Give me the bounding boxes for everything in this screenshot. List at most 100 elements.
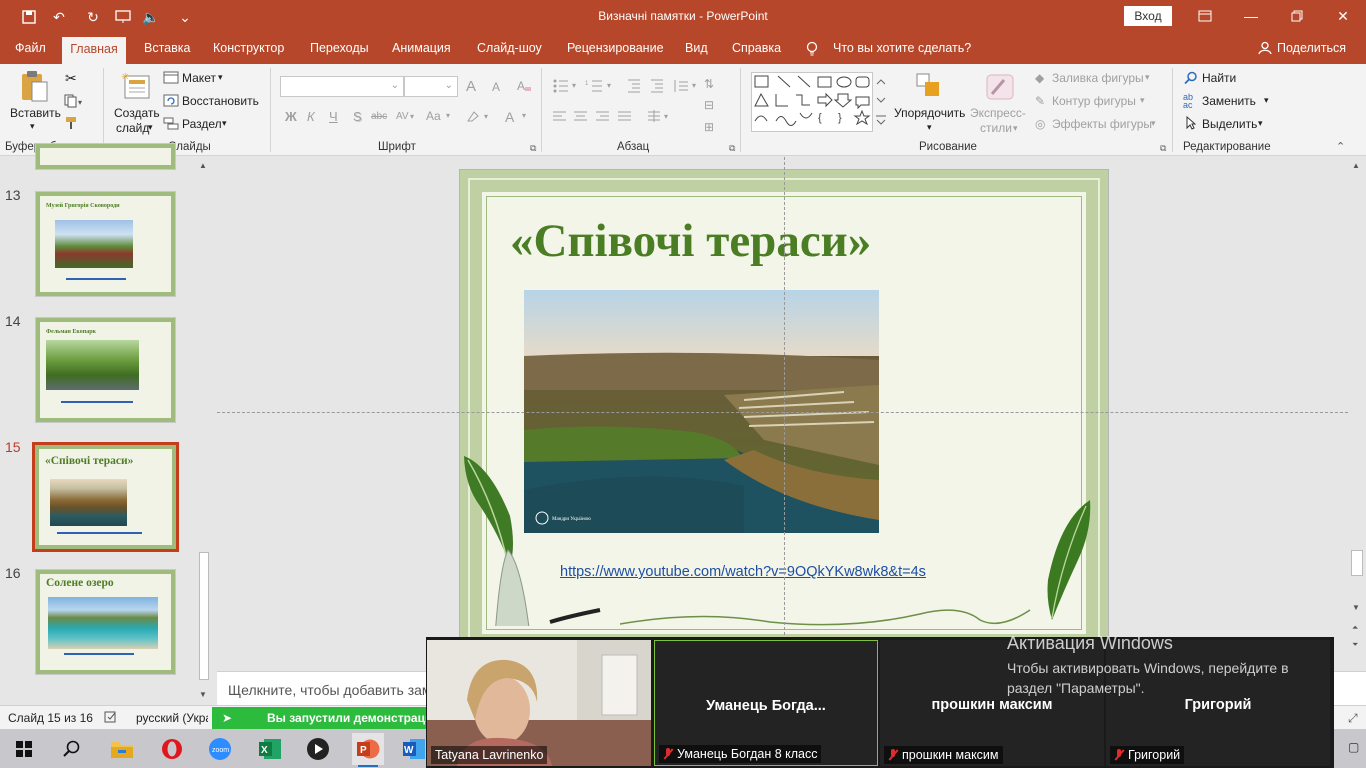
- language-indicator[interactable]: русский (Украина): [136, 711, 208, 725]
- cut-icon[interactable]: ✂: [65, 70, 77, 87]
- replace-dropdown-icon[interactable]: ▾: [1264, 95, 1269, 106]
- tab-review[interactable]: Рецензирование: [567, 41, 664, 55]
- char-spacing-icon[interactable]: AV ▾: [396, 109, 418, 126]
- paste-dropdown-icon[interactable]: ▾: [30, 121, 35, 132]
- shape-outline-dropdown-icon[interactable]: ▾: [1140, 95, 1145, 106]
- shape-fill-dropdown-icon[interactable]: ▾: [1145, 72, 1150, 83]
- file-explorer-icon[interactable]: [106, 733, 138, 765]
- thumbnail-scroll-thumb[interactable]: [199, 552, 209, 680]
- thumbnail-scrollbar[interactable]: ▲ ▼: [196, 157, 212, 704]
- shapes-gallery[interactable]: { }: [751, 72, 889, 132]
- change-case-dropdown-icon[interactable]: ▾: [446, 111, 450, 120]
- scroll-up-icon[interactable]: ▲: [199, 161, 207, 170]
- slide-title[interactable]: «Співочі тераси»: [510, 214, 871, 268]
- font-size-dropdown-icon[interactable]: ⌄: [445, 80, 453, 91]
- layout-button[interactable]: Макет: [182, 71, 216, 85]
- screen-sharing-banner[interactable]: ➤ Вы запустили демонстрацию: [212, 707, 443, 729]
- clear-format-icon[interactable]: A: [516, 78, 532, 97]
- opera-icon[interactable]: [156, 733, 188, 765]
- tab-animations[interactable]: Анимация: [392, 41, 451, 55]
- powerpoint-icon[interactable]: P: [352, 733, 384, 765]
- slide-scroll-thumb[interactable]: [1351, 550, 1363, 576]
- collapse-ribbon-icon[interactable]: ⌃: [1336, 140, 1345, 153]
- notes-placeholder[interactable]: Щелкните, чтобы добавить заметки: [228, 682, 459, 698]
- new-slide-dropdown-icon[interactable]: ▾: [148, 122, 153, 133]
- spell-check-icon[interactable]: [104, 710, 118, 727]
- increase-font-button[interactable]: A: [466, 78, 476, 95]
- section-dropdown-icon[interactable]: ▾: [222, 118, 227, 129]
- youtube-link[interactable]: https://www.youtube.com/watch?v=9OQkYKw8…: [560, 564, 926, 580]
- highlight-icon[interactable]: ▾: [466, 109, 492, 126]
- shadow-button[interactable]: S: [353, 109, 362, 124]
- format-painter-icon[interactable]: [65, 116, 81, 133]
- shapes-gallery-scroll[interactable]: [872, 72, 889, 132]
- share-icon[interactable]: [1258, 41, 1272, 58]
- excel-icon[interactable]: X: [254, 733, 286, 765]
- font-size-input[interactable]: ⌄: [404, 76, 458, 97]
- font-color-button[interactable]: A: [505, 109, 514, 125]
- zoom-app-icon[interactable]: zoom: [204, 733, 236, 765]
- quick-styles-button[interactable]: Экспресс-: [970, 106, 1026, 120]
- new-slide-button[interactable]: Создать: [114, 106, 160, 120]
- layout-dropdown-icon[interactable]: ▾: [218, 72, 223, 83]
- slide-scrollbar[interactable]: ▲ ▼ ⏶ ⏷: [1348, 157, 1366, 670]
- previous-slide-icon[interactable]: ⏶: [1352, 623, 1358, 633]
- participant-video-tile[interactable]: Tatyana Lavrinenko: [427, 640, 651, 766]
- slide-thumbnail-15-selected[interactable]: «Співочі тераси»: [32, 442, 179, 552]
- bold-button[interactable]: Ж: [285, 109, 297, 124]
- italic-button[interactable]: К: [307, 109, 315, 124]
- arrange-dropdown-icon[interactable]: ▾: [927, 122, 932, 133]
- share-button[interactable]: Поделиться: [1277, 41, 1346, 55]
- paste-button[interactable]: Вставить: [10, 106, 61, 120]
- paragraph-launcher-icon[interactable]: ⧉: [729, 143, 735, 154]
- tab-help[interactable]: Справка: [732, 41, 781, 55]
- strikethrough-button[interactable]: abc: [371, 111, 387, 122]
- select-dropdown-icon[interactable]: ▾: [1258, 118, 1263, 129]
- slide-thumbnail-13[interactable]: Музей Григорія Сковороди: [35, 191, 176, 297]
- tab-view[interactable]: Вид: [685, 41, 708, 55]
- section-button[interactable]: Раздел: [182, 117, 222, 131]
- find-button[interactable]: Найти: [1202, 71, 1236, 85]
- scroll-up-icon[interactable]: ▲: [1352, 161, 1360, 170]
- reset-button[interactable]: Восстановить: [182, 94, 259, 108]
- text-direction-icon[interactable]: ⇅: [704, 77, 714, 91]
- sign-in-button[interactable]: Вход: [1124, 6, 1172, 26]
- tab-insert[interactable]: Вставка: [144, 41, 190, 55]
- decrease-font-button[interactable]: A: [492, 80, 500, 94]
- scroll-down-icon[interactable]: ▼: [1352, 603, 1360, 612]
- font-color-dropdown-icon[interactable]: ▾: [522, 111, 526, 120]
- underline-button[interactable]: Ч: [329, 109, 338, 124]
- quick-styles-dropdown-icon[interactable]: ▾: [1013, 123, 1018, 134]
- slide-thumbnail-partial[interactable]: [35, 143, 176, 170]
- align-text-icon[interactable]: ⊟: [704, 98, 714, 112]
- restore-button[interactable]: [1274, 0, 1320, 32]
- zoom-expand-icon[interactable]: ⤢: [1348, 711, 1358, 726]
- drawing-launcher-icon[interactable]: ⧉: [1160, 143, 1166, 154]
- copy-icon[interactable]: ▾: [64, 94, 84, 111]
- scroll-down-icon[interactable]: ▼: [199, 690, 207, 699]
- paste-icon[interactable]: [19, 70, 49, 104]
- replace-button[interactable]: Заменить: [1202, 94, 1256, 108]
- tell-me-search[interactable]: Что вы хотите сделать?: [833, 41, 971, 55]
- quick-styles-icon[interactable]: [984, 72, 1016, 102]
- horizontal-guide[interactable]: [217, 412, 1348, 413]
- arrange-icon[interactable]: [915, 72, 943, 100]
- select-button[interactable]: Выделить: [1202, 117, 1257, 131]
- windows-start-icon[interactable]: [8, 733, 40, 765]
- font-name-input[interactable]: ⌄: [280, 76, 404, 97]
- tab-transitions[interactable]: Переходы: [310, 41, 369, 55]
- participant-tile-active-speaker[interactable]: Уманець Богда... Уманець Богдан 8 класс: [654, 640, 878, 766]
- tab-file[interactable]: Файл: [15, 41, 46, 55]
- ribbon-display-options-icon[interactable]: [1182, 0, 1228, 32]
- shape-fill-button[interactable]: Заливка фигуры: [1052, 71, 1144, 85]
- notification-icon[interactable]: ▢: [1348, 740, 1359, 754]
- slide-thumbnail-14[interactable]: Фельман Екопарк: [35, 317, 176, 423]
- new-slide-label-2[interactable]: слайд: [116, 121, 149, 135]
- media-player-icon[interactable]: [302, 733, 334, 765]
- close-button[interactable]: ✕: [1320, 0, 1366, 32]
- search-icon[interactable]: [56, 733, 88, 765]
- shape-effects-button[interactable]: Эффекты фигуры: [1052, 117, 1152, 131]
- font-name-dropdown-icon[interactable]: ⌄: [391, 80, 399, 91]
- tab-design[interactable]: Конструктор: [213, 41, 284, 55]
- arrange-button[interactable]: Упорядочить: [894, 106, 965, 120]
